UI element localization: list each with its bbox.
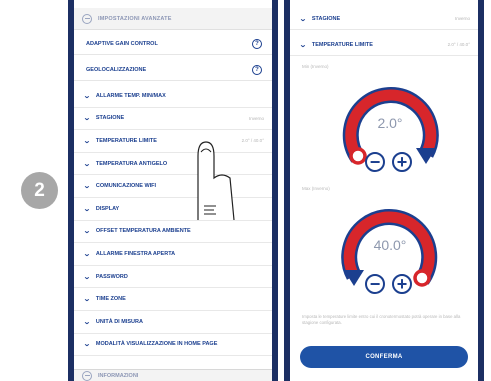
season-row[interactable]: ⌄ STAGIONE Inverno [290, 8, 478, 30]
chevron-down-icon: ⌄ [83, 228, 91, 236]
min-increase-button[interactable]: + [392, 152, 412, 172]
max-increase-button[interactable]: + [392, 274, 412, 294]
settings-menu-list: ⌄ ALLARME TEMP. MIN/MAX ⌄ STAGIONE Inver… [74, 85, 272, 357]
menu-item-value: Inverno [248, 115, 264, 121]
confirm-button[interactable]: CONFERMA [300, 346, 468, 368]
menu-item-units[interactable]: ⌄ UNITÀ DI MISURA [74, 311, 272, 334]
phone-limit-temperatures: ⌄ STAGIONE Inverno ⌄ TEMPERATURE LIMITE … [284, 0, 484, 381]
geolocation-label: GEOLOCALIZZAZIONE [86, 66, 147, 73]
max-caption: Max (Inverno) [302, 186, 330, 191]
limit-temperatures-row[interactable]: ⌄ TEMPERATURE LIMITE 2.0° / 40.0° [290, 34, 478, 56]
collapse-icon [82, 13, 92, 24]
menu-item-label: STAGIONE [95, 115, 125, 122]
advanced-settings-title: IMPOSTAZIONI AVANZATE [98, 15, 172, 22]
chevron-down-icon: ⌄ [83, 296, 91, 304]
expand-icon [82, 370, 92, 381]
min-temperature-dial[interactable]: 2.0° − + [330, 72, 450, 192]
menu-item-offset[interactable]: ⌄ OFFSET TEMPERATURA AMBIENTE [74, 221, 272, 244]
limit-temperatures-note: Imposta le temperature limite entro cui … [302, 314, 461, 325]
min-dial-arc [342, 87, 439, 165]
info-section-label: INFORMAZIONI [98, 372, 139, 379]
menu-item-label: OFFSET TEMPERATURA AMBIENTE [95, 228, 191, 235]
menu-item-time-zone[interactable]: ⌄ TIME ZONE [74, 288, 272, 311]
chevron-down-icon: ⌄ [299, 15, 307, 23]
season-label: STAGIONE [311, 15, 341, 22]
menu-item-password[interactable]: ⌄ PASSWORD [74, 266, 272, 289]
min-dial-handle[interactable] [349, 147, 367, 165]
menu-item-limit-temperatures[interactable]: ⌄ TEMPERATURE LIMITE 2.0° / 40.0° [74, 130, 272, 153]
menu-item-label: ALLARME FINESTRA APERTA [95, 250, 176, 257]
chevron-down-icon: ⌄ [83, 183, 91, 191]
max-dial-handle[interactable] [413, 269, 431, 287]
adaptive-gain-control-row[interactable]: ADAPTIVE GAIN CONTROL ? [74, 33, 272, 55]
phone-advanced-settings: IMPOSTAZIONI AVANZATE ADAPTIVE GAIN CONT… [68, 0, 278, 381]
max-decrease-button[interactable]: − [365, 274, 385, 294]
menu-item-label: PASSWORD [95, 273, 128, 280]
chevron-down-icon: ⌄ [83, 318, 91, 326]
advanced-settings-header[interactable]: IMPOSTAZIONI AVANZATE [74, 8, 272, 30]
step-number-badge: 2 [21, 172, 58, 209]
chevron-down-icon: ⌄ [83, 250, 91, 258]
max-temperature-value: 40.0° [373, 237, 407, 253]
geolocation-row[interactable]: GEOLOCALIZZAZIONE ? [74, 59, 272, 81]
max-temperature-dial[interactable]: 40.0° − + [330, 194, 450, 314]
info-icon[interactable]: ? [252, 38, 262, 49]
menu-item-display[interactable]: ⌄ DISPLAY [74, 198, 272, 221]
menu-item-label: MODALITÀ VISUALIZZAZIONE IN HOME PAGE [95, 341, 218, 348]
menu-item-label: ALLARME TEMP. MIN/MAX [95, 92, 166, 99]
chevron-down-icon: ⌄ [83, 92, 91, 100]
chevron-down-icon: ⌄ [299, 41, 307, 49]
menu-item-label: UNITÀ DI MISURA [95, 318, 143, 325]
adaptive-gain-control-label: ADAPTIVE GAIN CONTROL [86, 40, 158, 47]
min-caption: Min (Inverno) [302, 64, 329, 69]
menu-item-wifi[interactable]: ⌄ COMUNICAZIONE WIFI [74, 175, 272, 198]
chevron-down-icon: ⌄ [83, 341, 91, 349]
limit-temperatures-label: TEMPERATURE LIMITE [311, 41, 373, 48]
min-decrease-button[interactable]: − [365, 152, 385, 172]
menu-item-label: TIME ZONE [95, 296, 126, 303]
menu-item-temp-alarm[interactable]: ⌄ ALLARME TEMP. MIN/MAX [74, 85, 272, 108]
info-icon[interactable]: ? [252, 64, 262, 75]
chevron-down-icon: ⌄ [83, 205, 91, 213]
menu-item-home-view-mode[interactable]: ⌄ MODALITÀ VISUALIZZAZIONE IN HOME PAGE [74, 334, 272, 357]
max-dial-arc [341, 209, 438, 287]
chevron-down-icon: ⌄ [83, 137, 91, 145]
tap-finger-icon [197, 141, 235, 221]
menu-item-window-alarm[interactable]: ⌄ ALLARME FINESTRA APERTA [74, 243, 272, 266]
menu-item-value: 2.0° / 40.0° [241, 138, 264, 144]
menu-item-antifreeze[interactable]: ⌄ TEMPERATURA ANTIGELO [74, 153, 272, 176]
chevron-down-icon: ⌄ [83, 273, 91, 281]
min-temperature-value: 2.0° [377, 115, 403, 131]
info-section-header[interactable]: INFORMAZIONI [74, 369, 272, 381]
limit-temperatures-value: 2.0° / 40.0° [447, 42, 470, 47]
chevron-down-icon: ⌄ [83, 160, 91, 168]
chevron-down-icon: ⌄ [83, 115, 91, 123]
season-value: Inverno [454, 16, 470, 21]
menu-item-season[interactable]: ⌄ STAGIONE Inverno [74, 108, 272, 131]
